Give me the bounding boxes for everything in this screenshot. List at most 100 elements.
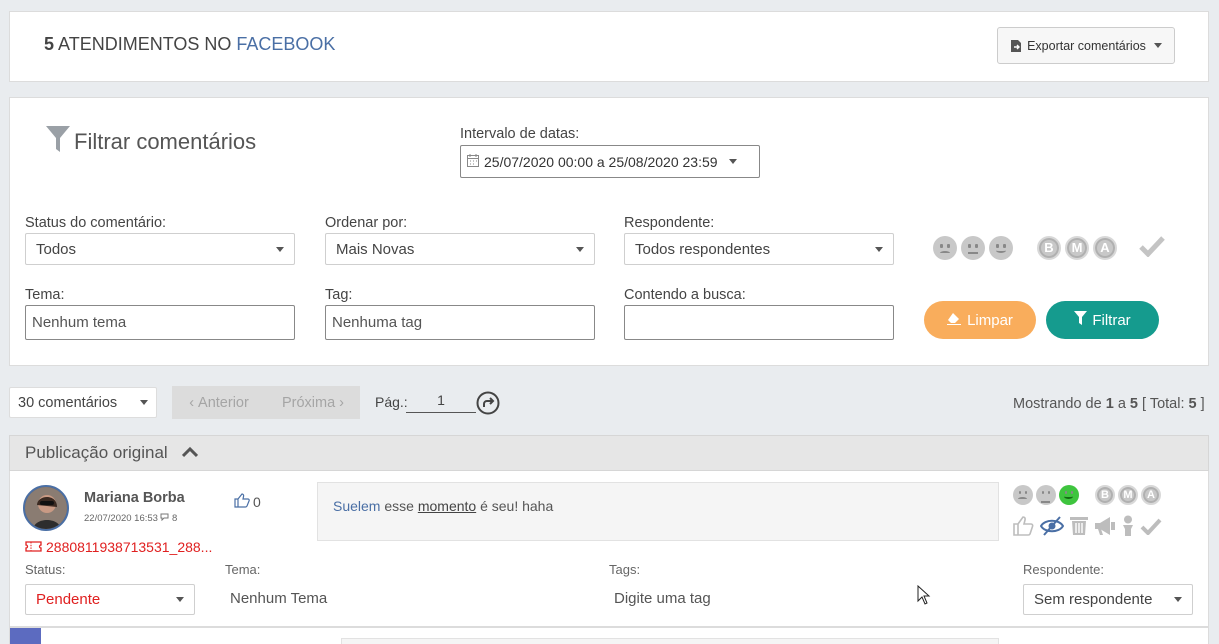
- clear-button[interactable]: Limpar: [924, 301, 1036, 339]
- previous-page-button[interactable]: ‹ Anterior: [172, 395, 266, 411]
- ticket-link[interactable]: 2880811938713531_288...: [25, 539, 212, 555]
- comment-theme-value: Nenhum Tema: [230, 590, 328, 607]
- status-label: Status do comentário:: [25, 215, 167, 231]
- page-input[interactable]: 1: [406, 392, 476, 413]
- chevron-left-icon: ‹: [189, 394, 195, 411]
- ticket-id: 2880811938713531_288...: [46, 539, 213, 555]
- comment-author[interactable]: Mariana Borba: [84, 490, 185, 506]
- comment-text-end: é seu! haha: [476, 498, 554, 514]
- respondent-select-value: Todos respondentes: [635, 240, 771, 258]
- tags-field-label: Tags:: [609, 562, 641, 577]
- tag-label: Tag:: [325, 287, 353, 303]
- comment-status-value: Pendente: [36, 591, 101, 608]
- showing-to-word: a: [1117, 396, 1126, 412]
- order-label: Ordenar por:: [325, 215, 408, 231]
- comment-card: Mariana Borba 22/07/2020 16:53 8 0 28808…: [9, 471, 1209, 627]
- person-icon[interactable]: [1121, 515, 1135, 539]
- respondent-field-label: Respondente:: [1023, 562, 1104, 577]
- neutral-face-icon[interactable]: [961, 235, 985, 260]
- page-input-value: 1: [437, 392, 445, 408]
- comment-link-word[interactable]: momento: [418, 498, 476, 514]
- respondent-select[interactable]: Todos respondentes: [624, 233, 894, 265]
- neutral-face-icon[interactable]: [1036, 485, 1056, 505]
- comment-tags-placeholder: Digite uma tag: [614, 590, 711, 607]
- check-icon[interactable]: [1139, 235, 1165, 260]
- letter-a-badge[interactable]: A: [1093, 235, 1117, 260]
- theme-label: Tema:: [25, 287, 65, 303]
- mouse-cursor-icon: [917, 584, 931, 608]
- letter-a-badge[interactable]: A: [1141, 485, 1161, 505]
- title-count: 5: [44, 34, 55, 54]
- export-file-icon: [1010, 39, 1022, 53]
- order-select[interactable]: Mais Novas: [325, 233, 595, 265]
- chevron-down-icon: [1174, 597, 1182, 602]
- calendar-icon: [467, 153, 479, 170]
- chevron-down-icon: [728, 159, 737, 164]
- filter-button[interactable]: Filtrar: [1046, 301, 1159, 339]
- replies-count: 8: [171, 513, 178, 524]
- comment-sentiment-group: B M A: [1013, 485, 1161, 505]
- showing-total-prefix: [ Total:: [1142, 396, 1185, 412]
- status-field-label: Status:: [25, 562, 66, 577]
- status-select[interactable]: Todos: [25, 233, 295, 265]
- next-page-button[interactable]: Próxima ›: [266, 395, 360, 411]
- avatar: [23, 485, 69, 531]
- likes-count: 0: [253, 494, 261, 510]
- search-input[interactable]: [624, 305, 894, 340]
- letter-b-badge[interactable]: B: [1095, 485, 1115, 505]
- filter-title-text: Filtrar comentários: [74, 128, 257, 154]
- letter-m-badge[interactable]: M: [1065, 235, 1089, 260]
- happy-face-icon[interactable]: [989, 235, 1013, 260]
- comment-status-select[interactable]: Pendente: [25, 584, 195, 615]
- comment-likes: 0: [234, 493, 261, 511]
- letter-b-badge[interactable]: B: [1037, 235, 1061, 260]
- showing-summary: Mostrando de 1 a 5 [ Total: 5 ]: [1013, 396, 1205, 412]
- comment-actions: [1013, 515, 1162, 539]
- letter-m-badge[interactable]: M: [1118, 485, 1138, 505]
- chevron-down-icon: [576, 246, 584, 252]
- sad-face-icon[interactable]: [1013, 485, 1033, 505]
- showing-to: 5: [1129, 396, 1138, 412]
- chevron-down-icon: [875, 246, 883, 252]
- search-label: Contendo a busca:: [624, 287, 746, 303]
- megaphone-icon[interactable]: [1094, 516, 1116, 539]
- chevron-up-icon: [181, 445, 198, 461]
- like-action-icon[interactable]: [1013, 515, 1035, 539]
- filter-panel: Filtrar comentários Intervalo de datas: …: [9, 97, 1209, 366]
- check-icon[interactable]: [1140, 517, 1162, 538]
- comment-mention[interactable]: Suelem: [333, 498, 380, 514]
- eraser-icon: [947, 312, 962, 329]
- original-post-header[interactable]: Publicação original: [9, 435, 1209, 471]
- comment-date: 22/07/2020 16:53: [84, 513, 158, 524]
- per-page-select[interactable]: 30 comentários: [9, 387, 157, 418]
- theme-field-label: Tema:: [225, 562, 261, 577]
- comment-tags-input[interactable]: Digite uma tag: [614, 590, 711, 607]
- comment-theme-field[interactable]: Nenhum Tema: [230, 590, 327, 607]
- chevron-down-icon: [176, 597, 184, 602]
- per-page-value: 30 comentários: [18, 394, 118, 411]
- date-range-picker[interactable]: 25/07/2020 00:00 a 25/08/2020 23:59: [460, 145, 760, 178]
- title-text: ATENDIMENTOS NO: [58, 34, 232, 54]
- go-to-page-icon[interactable]: [476, 391, 500, 415]
- next-comment-text-box: [341, 638, 999, 644]
- hide-eye-icon[interactable]: [1039, 515, 1065, 539]
- title-network: FACEBOOK: [236, 34, 336, 54]
- sad-face-icon[interactable]: [933, 235, 957, 260]
- export-label: Exportar comentários: [1027, 38, 1146, 53]
- sentiment-filter-group: B M A: [933, 235, 1165, 260]
- export-comments-button[interactable]: Exportar comentários: [997, 27, 1175, 64]
- chevron-down-icon: [276, 246, 284, 252]
- funnel-icon: [46, 126, 70, 157]
- happy-face-icon[interactable]: [1059, 485, 1079, 505]
- theme-input[interactable]: Nenhum tema: [25, 305, 295, 340]
- comment-text-box: Suelem esse momento é seu! haha: [317, 482, 999, 541]
- next-comment-accent: [10, 628, 41, 644]
- tag-input[interactable]: Nenhuma tag: [325, 305, 595, 340]
- trash-icon[interactable]: [1069, 515, 1089, 539]
- next-comment-card: [9, 627, 1209, 644]
- date-range-label: Intervalo de datas:: [460, 126, 580, 142]
- comment-text-middle: esse: [380, 498, 418, 514]
- theme-input-placeholder: Nenhum tema: [32, 314, 127, 331]
- comment-respondent-select[interactable]: Sem respondente: [1023, 584, 1193, 615]
- thumbs-up-icon: [234, 493, 250, 511]
